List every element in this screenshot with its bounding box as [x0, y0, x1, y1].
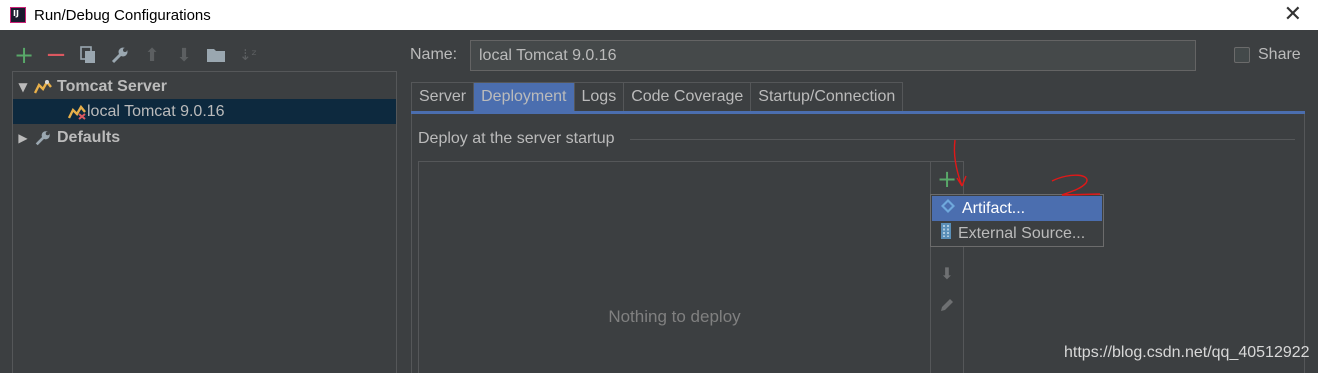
watermark-text: https://blog.csdn.net/qq_40512922 — [1064, 344, 1310, 361]
deploy-list-toolbar: + ⬇ — [931, 161, 964, 373]
expand-arrow-icon[interactable]: ▼ — [13, 80, 33, 94]
wrench-icon[interactable] — [108, 43, 132, 67]
deploy-group-title: Deploy at the server startup — [418, 130, 615, 147]
menu-item-label: Artifact... — [962, 199, 1026, 217]
add-icon[interactable]: + — [935, 165, 959, 193]
tree-item-label: Tomcat Server — [57, 77, 167, 95]
configurations-tree: ▼ Tomcat Server local Tomcat 9.0.16 ▶ De… — [12, 71, 397, 373]
tab-server[interactable]: Server — [411, 82, 474, 112]
add-popup-menu: Artifact... External Source... — [930, 194, 1104, 247]
share-label: Share — [1258, 46, 1301, 63]
wrench-icon — [33, 129, 53, 147]
tomcat-icon — [33, 78, 53, 96]
sort-icon[interactable]: ⇣ᶻ — [236, 43, 260, 67]
folder-icon[interactable] — [204, 43, 228, 67]
tree-item-local-tomcat[interactable]: local Tomcat 9.0.16 — [13, 99, 396, 124]
window-title: Run/Debug Configurations — [34, 6, 211, 24]
tomcat-run-icon — [67, 103, 87, 121]
artifact-icon — [940, 198, 956, 219]
name-label: Name: — [410, 46, 458, 63]
tab-code-coverage[interactable]: Code Coverage — [623, 82, 751, 112]
share-option[interactable]: Share — [1234, 46, 1301, 64]
menu-item-artifact[interactable]: Artifact... — [932, 196, 1102, 221]
name-field[interactable] — [470, 40, 1196, 71]
move-down-icon[interactable]: ⬇ — [935, 261, 959, 285]
empty-list-text: Nothing to deploy — [608, 307, 741, 326]
deploy-list[interactable]: Nothing to deploy — [418, 161, 931, 373]
edit-icon[interactable] — [935, 293, 959, 317]
tree-item-label: Defaults — [57, 128, 121, 146]
tree-item-label: local Tomcat 9.0.16 — [87, 102, 225, 120]
configurations-toolbar: + − ⬆ ⬇ ⇣ᶻ — [12, 40, 260, 70]
tree-item-tomcat-server[interactable]: ▼ Tomcat Server — [13, 74, 396, 99]
move-down-icon[interactable]: ⬇ — [172, 43, 196, 67]
add-icon[interactable]: + — [12, 41, 36, 69]
tab-deployment[interactable]: Deployment — [473, 82, 574, 112]
copy-icon[interactable] — [76, 43, 100, 67]
config-tabs: Server Deployment Logs Code Coverage Sta… — [411, 82, 904, 112]
title-bar: Run/Debug Configurations ✕ — [0, 0, 1318, 30]
intellij-app-icon — [10, 7, 26, 23]
tab-startup-connection[interactable]: Startup/Connection — [750, 82, 904, 112]
move-up-icon[interactable]: ⬆ — [140, 43, 164, 67]
close-icon[interactable]: ✕ — [1284, 2, 1302, 27]
tab-logs[interactable]: Logs — [573, 82, 624, 112]
group-separator — [630, 139, 1295, 140]
tree-item-defaults[interactable]: ▶ Defaults — [13, 125, 396, 150]
menu-item-external-source[interactable]: External Source... — [932, 221, 1102, 246]
menu-item-label: External Source... — [958, 224, 1086, 242]
external-source-icon — [940, 222, 952, 245]
collapse-arrow-icon[interactable]: ▶ — [13, 131, 33, 145]
remove-icon[interactable]: − — [44, 40, 68, 70]
share-checkbox[interactable] — [1234, 47, 1250, 63]
